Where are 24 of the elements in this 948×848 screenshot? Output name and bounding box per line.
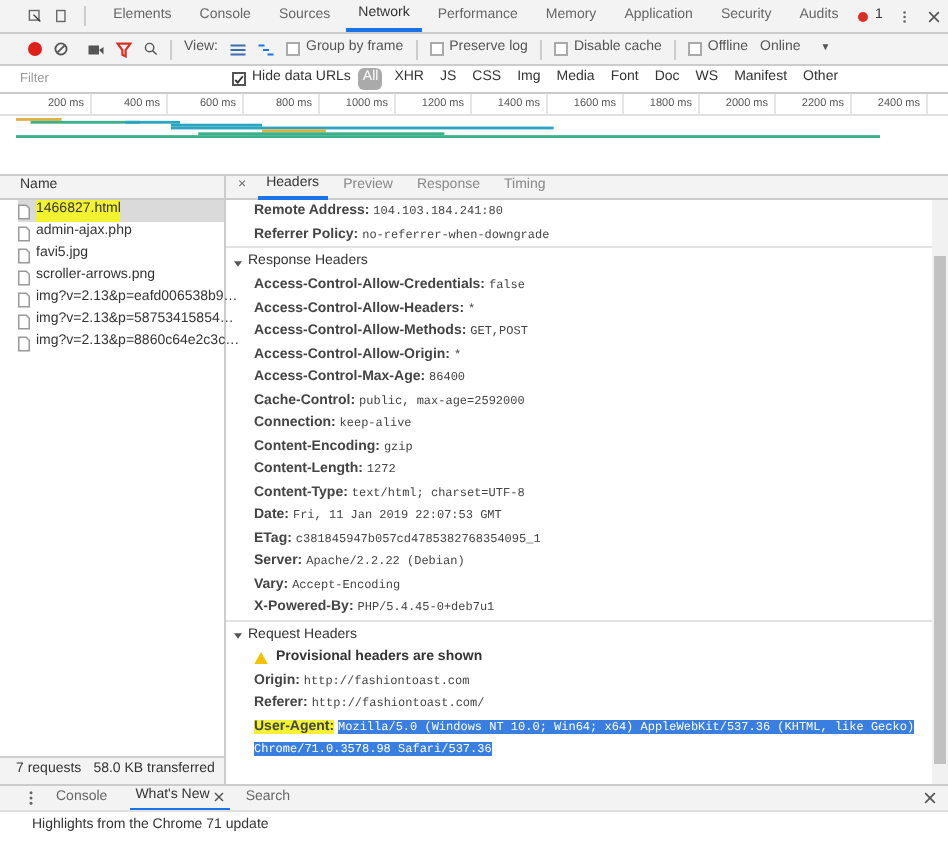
inspect-icon[interactable] — [28, 8, 42, 24]
checkbox[interactable] — [429, 42, 444, 56]
device-icon[interactable] — [53, 8, 68, 24]
checkbox[interactable] — [687, 42, 702, 56]
close-icon[interactable] — [927, 9, 940, 23]
list-view-icon[interactable] — [230, 43, 246, 55]
filter-icon[interactable] — [116, 41, 132, 57]
close-icon[interactable] — [213, 791, 224, 801]
checkbox[interactable] — [286, 42, 300, 56]
close-icon[interactable] — [924, 792, 936, 804]
checkbox[interactable] — [232, 72, 246, 86]
checkbox[interactable] — [553, 42, 568, 56]
more-icon[interactable] — [902, 7, 908, 25]
more-icon[interactable] — [28, 790, 34, 806]
caret-icon[interactable] — [234, 259, 242, 267]
scrollbar[interactable] — [932, 200, 948, 784]
camera-icon[interactable] — [88, 43, 104, 55]
caret-icon[interactable] — [234, 632, 242, 640]
clear-icon[interactable] — [54, 42, 68, 56]
error-icon — [858, 11, 867, 21]
record-icon[interactable] — [28, 42, 42, 56]
search-icon[interactable] — [144, 42, 158, 56]
warning-icon — [254, 652, 268, 664]
waterfall-icon[interactable] — [258, 43, 274, 55]
